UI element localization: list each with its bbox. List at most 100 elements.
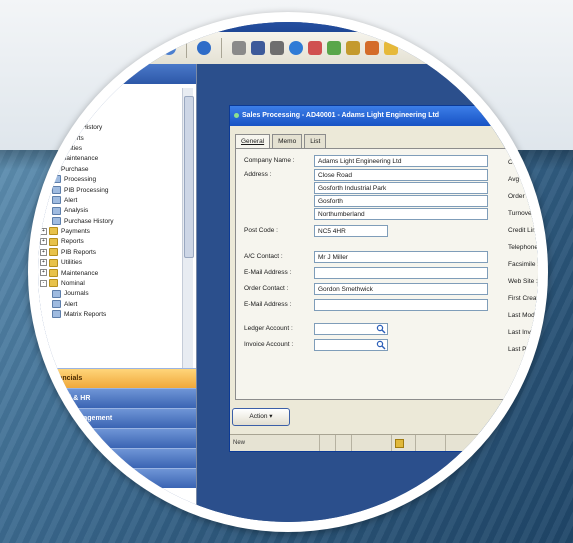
tab-general[interactable]: General (235, 134, 271, 149)
tree-item-label: Utilities (61, 144, 82, 152)
expand-icon[interactable]: + (40, 269, 47, 277)
tree-item[interactable]: Analysis (40, 113, 184, 123)
tree-item[interactable]: Alert (40, 300, 184, 310)
document-icon (52, 92, 61, 101)
expand-icon[interactable]: + (40, 227, 47, 235)
module-payroll-hr[interactable]: Payroll & HR (38, 388, 196, 408)
tree-item[interactable]: Processing (40, 92, 184, 102)
tree-item[interactable]: Journals (40, 289, 184, 299)
scrollbar-thumb[interactable] (184, 96, 194, 258)
tree-item[interactable]: + Utilities (40, 258, 184, 268)
order-email-label: E-Mail Address : (244, 301, 292, 308)
ledger-lookup-icon[interactable] (376, 324, 386, 334)
edit-icon[interactable] (308, 41, 322, 55)
tree-item[interactable]: + Maintenance (40, 154, 184, 164)
post-code-field[interactable]: NC5 4HR (314, 225, 388, 237)
module-financials[interactable]: Financials (38, 368, 196, 388)
tree-item[interactable]: Alert (40, 196, 184, 206)
expand-icon[interactable]: + (40, 238, 47, 246)
tree-item[interactable]: PIB Processing (40, 185, 184, 196)
tree-item[interactable]: + Utilities (40, 144, 184, 154)
tree-item-label: Payments (61, 228, 90, 236)
toolbar-separator (186, 38, 187, 58)
tab-list[interactable]: List (304, 134, 327, 148)
world-icon[interactable] (289, 41, 303, 55)
tree-item-label: Alert (64, 300, 78, 308)
window-title: Sales Processing - AD40001 - Adams Light… (242, 112, 440, 119)
tree-item[interactable]: + Maintenance (40, 268, 184, 279)
window-status-icon (234, 113, 239, 118)
find-icon[interactable] (346, 41, 360, 55)
print-icon[interactable] (270, 41, 284, 55)
expand-icon[interactable]: + (40, 259, 47, 267)
tree-item[interactable]: - Purchase (40, 165, 184, 175)
save-icon[interactable] (251, 41, 265, 55)
ac-contact-field[interactable]: Mr J Miller (314, 251, 488, 263)
expand-icon[interactable]: + (40, 248, 47, 256)
collapse-icon[interactable]: - (40, 165, 47, 173)
globe-icon[interactable] (197, 41, 211, 55)
status-cell (352, 435, 392, 451)
company-name-field[interactable]: Adams Light Engineering Ltd (314, 155, 488, 167)
home-icon[interactable] (143, 41, 157, 55)
order-email-field[interactable] (314, 299, 488, 311)
tree-item-label: PIB Processing (64, 186, 109, 194)
address-line-2-field[interactable]: Gosforth Industrial Park (314, 182, 488, 194)
collapse-icon[interactable]: - (40, 279, 47, 287)
tab-memo[interactable]: Memo (272, 134, 303, 148)
tree-item[interactable]: Matrix Reports (40, 310, 184, 320)
invoice-account-field[interactable] (314, 339, 388, 351)
expand-icon[interactable]: + (40, 134, 47, 142)
address-line-4-field[interactable]: Northumberland (314, 208, 488, 220)
ledger-account-field[interactable] (314, 323, 388, 335)
folder-icon (49, 268, 58, 277)
address-line-3-field[interactable]: Gosforth (314, 195, 488, 207)
folder-icon (49, 248, 58, 257)
expand-icon[interactable]: + (40, 155, 47, 163)
module-item[interactable] (38, 448, 196, 468)
actions-button[interactable]: Action ▾ (232, 408, 290, 426)
invoice-lookup-icon[interactable] (376, 340, 386, 350)
refresh-icon[interactable] (162, 41, 176, 55)
check-icon[interactable] (327, 41, 341, 55)
tree-item[interactable]: + Payments (40, 227, 184, 237)
tree-item[interactable]: Alert (40, 102, 184, 112)
order-contact-field[interactable]: Gordon Smethwick (314, 283, 488, 295)
status-cell (336, 435, 352, 451)
tree-item-label: Analysis (64, 113, 89, 121)
app-titlebar (38, 22, 538, 32)
tree-item[interactable]: + Reports (40, 133, 184, 144)
email-address-field[interactable] (314, 267, 488, 279)
summary-label: Order Bala (508, 193, 538, 200)
tree-item[interactable]: Processing (40, 175, 184, 185)
expand-icon[interactable]: + (40, 144, 47, 152)
tree-item-label: Reports (61, 134, 84, 142)
folder-icon (49, 279, 58, 288)
document-icon (52, 123, 61, 132)
tree-item[interactable]: + PIB Reports (40, 248, 184, 258)
status-cell: New (230, 435, 320, 451)
tab-strip: General Memo List (235, 134, 327, 149)
folder-icon[interactable] (384, 41, 398, 55)
module-client-management[interactable]: Client Management (38, 408, 196, 428)
tree-item-label: Processing (64, 176, 97, 184)
main-toolbar (38, 32, 538, 65)
tree-scrollbar[interactable] (182, 88, 194, 368)
module-item[interactable] (38, 428, 196, 448)
tree-item[interactable]: Purchase History (40, 216, 184, 227)
calendar-icon[interactable] (365, 41, 379, 55)
tree-item[interactable]: - Nominal (40, 279, 184, 289)
tree-item-label: Maintenance (61, 155, 99, 163)
tree-item-label: Reports (61, 238, 84, 246)
address-line-1-field[interactable]: Close Road (314, 169, 488, 181)
tree-item[interactable]: + Reports (40, 237, 184, 247)
tree-item[interactable]: Sales History (40, 123, 184, 133)
summary-label: First Creat (508, 295, 538, 302)
module-item[interactable] (38, 468, 196, 488)
tree-item-label: Utilities (61, 259, 82, 267)
tree-item[interactable]: Analysis (40, 206, 184, 216)
status-cell (392, 435, 416, 451)
cut-icon[interactable] (232, 41, 246, 55)
navigate-icon[interactable] (124, 41, 138, 55)
status-cell (416, 435, 446, 451)
